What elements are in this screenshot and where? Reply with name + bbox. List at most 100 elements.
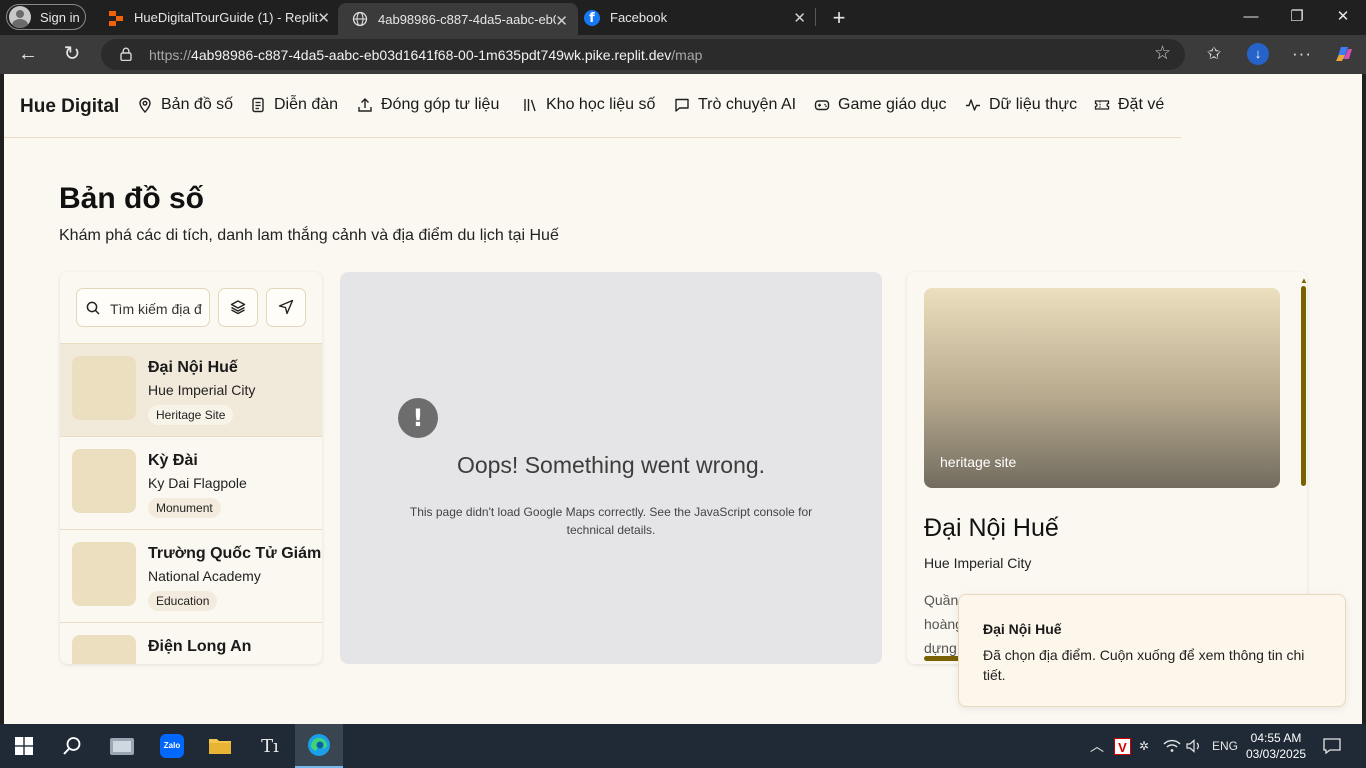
- vertical-scrollbar[interactable]: [1301, 286, 1306, 486]
- location-name: Đại Nội Huế: [148, 359, 238, 376]
- document-icon: [252, 97, 264, 113]
- library-icon: [524, 99, 536, 112]
- location-english-name: Hue Imperial City: [148, 382, 256, 398]
- wifi-icon[interactable]: [1163, 724, 1181, 768]
- volume-icon[interactable]: [1186, 724, 1204, 768]
- file-app-icon[interactable]: [98, 724, 146, 768]
- back-arrow-icon[interactable]: ←: [13, 39, 43, 69]
- nav-dong-gop-tu-lieu[interactable]: Đóng góp tư liệu: [357, 96, 499, 114]
- close-window-icon[interactable]: ✕: [1320, 0, 1366, 35]
- web-page: Hue Digital Bản đồ số Diễn đàn Đóng góp …: [4, 74, 1362, 724]
- location-thumbnail: [72, 542, 136, 606]
- map-container[interactable]: ! Oops! Something went wrong. This page …: [340, 272, 882, 664]
- close-tab-icon[interactable]: ✕: [793, 9, 806, 27]
- zalo-icon[interactable]: Zalo: [148, 724, 196, 768]
- nav-dat-ve[interactable]: Đặt vé: [1094, 96, 1164, 114]
- address-bar-row: ← ↻ https://4ab98986-c887-4da5-aabc-eb03…: [0, 35, 1366, 74]
- nav-tro-chuyen-ai[interactable]: Trò chuyện AI: [674, 96, 796, 114]
- refresh-icon[interactable]: ↻: [57, 39, 87, 69]
- close-tab-icon[interactable]: ✕: [317, 9, 330, 27]
- detail-english-name: Hue Imperial City: [924, 555, 1032, 571]
- location-item-ky-dai[interactable]: Kỳ Đài Ky Dai Flagpole Monument: [60, 437, 322, 530]
- clock-time: 04:55 AM: [1250, 731, 1302, 745]
- upload-icon: [358, 98, 372, 112]
- show-hidden-icons-icon[interactable]: ︿: [1090, 724, 1104, 768]
- replit-icon: [108, 10, 124, 26]
- profile-signin-button[interactable]: Sign in: [6, 4, 86, 30]
- location-thumbnail: [72, 356, 136, 420]
- nav-label: Diễn đàn: [274, 96, 339, 113]
- location-hero-image: heritage site: [924, 288, 1280, 488]
- location-name: Trường Quốc Tử Giám: [148, 545, 322, 562]
- nav-label: Kho học liệu số: [546, 96, 656, 113]
- search-icon: [86, 301, 100, 315]
- tab-separator: [815, 8, 816, 26]
- favorite-star-icon[interactable]: ☆: [1154, 42, 1171, 65]
- toast-message: Đã chọn địa điểm. Cuộn xuống để xem thôn…: [983, 647, 1305, 683]
- location-english-name: National Academy: [148, 568, 261, 584]
- restore-icon[interactable]: ❐: [1274, 0, 1320, 35]
- profile-avatar-icon: [9, 6, 31, 28]
- tab-active-map[interactable]: 4ab98986-c887-4da5-aabc-eb03d1641f68 ✕: [338, 3, 578, 35]
- activity-icon: [966, 99, 980, 111]
- nav-du-lieu-thuc[interactable]: Dữ liệu thực: [965, 96, 1077, 114]
- system-clock[interactable]: 04:55 AM 03/03/2025: [1246, 730, 1306, 762]
- edge-browser-icon[interactable]: [295, 724, 343, 768]
- tab-title: Facebook: [610, 10, 668, 25]
- chat-icon: [675, 98, 689, 112]
- minimize-icon[interactable]: —: [1228, 0, 1274, 35]
- more-menu-icon[interactable]: ···: [1287, 39, 1317, 69]
- close-tab-icon[interactable]: ✕: [555, 12, 568, 30]
- category-badge: Monument: [148, 498, 221, 518]
- layers-icon: [230, 300, 246, 315]
- typing-app-icon[interactable]: Tı: [246, 724, 294, 768]
- location-name: Kỳ Đài: [148, 452, 198, 469]
- navigation-arrow-icon: [278, 299, 294, 315]
- detail-title: Đại Nội Huế: [924, 514, 1059, 542]
- tab-replit[interactable]: HueDigitalTourGuide (1) - Replit ✕: [98, 0, 338, 35]
- clock-date: 03/03/2025: [1246, 747, 1307, 761]
- new-tab-icon[interactable]: +: [826, 5, 852, 31]
- ime-icon[interactable]: ✲: [1139, 724, 1149, 768]
- copilot-icon[interactable]: [1329, 39, 1359, 69]
- map-error-title: Oops! Something went wrong.: [456, 452, 766, 478]
- taskbar-search-icon[interactable]: [48, 724, 96, 768]
- location-thumbnail: [72, 449, 136, 513]
- nav-label: Đóng góp tư liệu: [381, 96, 500, 113]
- location-item-dai-noi-hue[interactable]: Đại Nội Huế Hue Imperial City Heritage S…: [60, 344, 322, 437]
- url-text: https://4ab98986-c887-4da5-aabc-eb03d164…: [149, 47, 703, 63]
- windows-taskbar: Zalo Tı ︿ V ✲ ENG 04:55 AM 03/03/2025: [0, 724, 1366, 768]
- vietkey-icon[interactable]: V: [1114, 724, 1131, 768]
- brand-logo[interactable]: Hue Digital: [20, 96, 119, 118]
- nav-kho-hoc-lieu-so[interactable]: Kho học liệu số: [522, 96, 655, 114]
- scroll-up-arrow-icon[interactable]: ▲: [1300, 276, 1307, 285]
- location-item-quoc-tu-giam[interactable]: Trường Quốc Tử Giám National Academy Edu…: [60, 530, 322, 623]
- favorites-icon[interactable]: ✩: [1199, 39, 1229, 69]
- notification-center-icon[interactable]: [1323, 724, 1341, 768]
- nav-ban-do-so[interactable]: Bản đồ số: [137, 96, 233, 114]
- windows-start-icon[interactable]: [0, 724, 48, 768]
- nav-label: Game giáo dục: [838, 96, 947, 113]
- file-explorer-icon[interactable]: [196, 724, 244, 768]
- locate-button[interactable]: [266, 288, 306, 327]
- ticket-icon: [1094, 100, 1110, 110]
- tab-facebook[interactable]: f Facebook ✕: [578, 0, 814, 35]
- page-subtitle: Khám phá các di tích, danh lam thắng cản…: [59, 227, 559, 244]
- location-thumbnail: [72, 635, 136, 664]
- site-navbar: Hue Digital Bản đồ số Diễn đàn Đóng góp …: [4, 74, 1181, 138]
- gamepad-icon: [814, 100, 830, 111]
- category-badge: Heritage Site: [148, 405, 234, 425]
- language-indicator[interactable]: ENG: [1212, 724, 1238, 768]
- downloads-icon[interactable]: ↓: [1243, 39, 1273, 69]
- nav-label: Đặt vé: [1118, 96, 1165, 113]
- location-english-name: Ky Dai Flagpole: [148, 475, 247, 491]
- search-placeholder: Tìm kiếm địa điểm...: [110, 301, 202, 317]
- nav-dien-dan[interactable]: Diễn đàn: [250, 96, 338, 114]
- location-item-dien-long-an[interactable]: Điện Long An: [60, 623, 322, 664]
- nav-game-giao-duc[interactable]: Game giáo dục: [814, 96, 947, 114]
- url-field[interactable]: https://4ab98986-c887-4da5-aabc-eb03d164…: [101, 39, 1185, 70]
- search-input[interactable]: Tìm kiếm địa điểm...: [76, 288, 210, 327]
- tab-title: HueDigitalTourGuide (1) - Replit: [134, 10, 319, 25]
- map-error-message: This page didn't load Google Maps correc…: [409, 505, 813, 537]
- layers-button[interactable]: [218, 288, 258, 327]
